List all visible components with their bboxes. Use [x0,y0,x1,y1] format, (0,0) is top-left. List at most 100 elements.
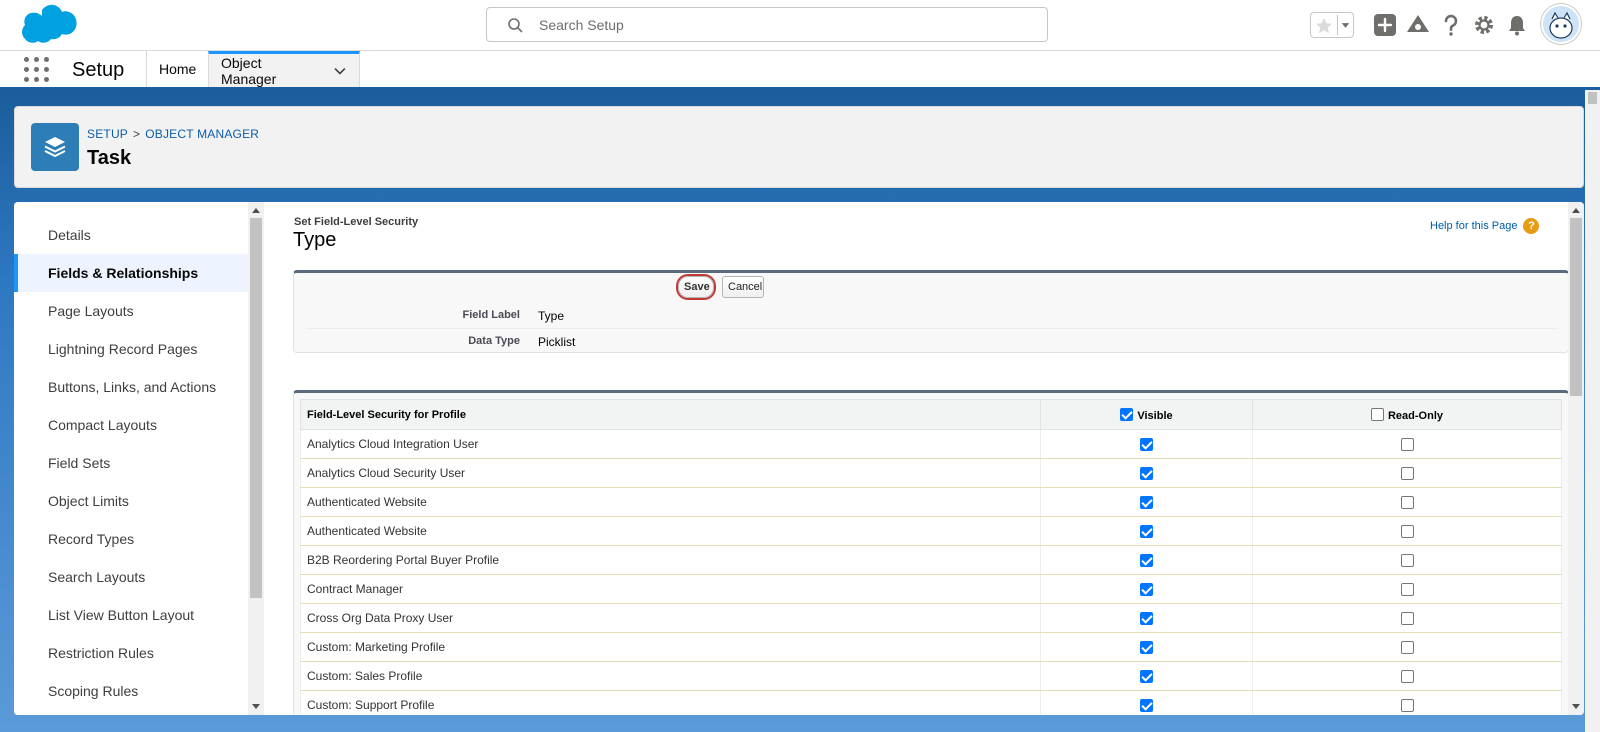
sidebar-item-scoping-rules[interactable]: Scoping Rules [14,672,248,710]
content-scroll-thumb[interactable] [1570,218,1582,396]
breadcrumb-object-manager[interactable]: OBJECT MANAGER [145,127,259,141]
visible-checkbox[interactable] [1140,670,1153,684]
trailhead-icon[interactable] [1406,13,1430,37]
chevron-down-icon[interactable] [333,64,347,78]
scroll-down-arrow-icon[interactable] [252,704,260,709]
sidebar-item-label: Record Types [48,531,135,547]
table-row: Authenticated Website [300,516,1562,546]
content-scrollbar[interactable] [1568,202,1584,715]
visible-checkbox[interactable] [1140,583,1153,597]
app-name: Setup [72,59,125,81]
readonly-checkbox[interactable] [1400,583,1414,597]
help-icon[interactable] [1439,13,1463,37]
visible-checkbox[interactable] [1140,525,1153,539]
readonly-cell [1252,661,1562,691]
detail-label: Data Type [468,335,520,347]
readonly-checkbox[interactable] [1400,699,1414,713]
readonly-checkbox[interactable] [1400,438,1414,452]
readonly-checkbox[interactable] [1400,525,1414,539]
visible-checkbox[interactable] [1140,699,1153,713]
scroll-up-arrow-icon[interactable] [252,208,260,213]
window-scrollbar[interactable] [1585,90,1600,732]
visible-cell [1040,516,1253,546]
table-row: Cross Org Data Proxy User [300,603,1562,633]
sidebar-item-field-sets[interactable]: Field Sets [14,444,248,482]
visible-select-all-checkbox[interactable] [1120,407,1134,421]
save-button[interactable]: Save [678,276,714,298]
readonly-checkbox[interactable] [1400,467,1414,481]
favorites-dropdown-icon[interactable] [1337,15,1353,35]
sidebar-item-label: Object Limits [48,493,129,509]
visible-header-label: Visible [1137,409,1173,422]
field-level-security-table: Field-Level Security for Profile Visible… [300,399,1562,715]
search-box[interactable] [486,7,1048,42]
profile-name: Authenticated Website [300,487,1041,517]
table-row: Custom: Support Profile [300,690,1562,715]
sidebar-item-details[interactable]: Details [14,216,248,254]
scroll-down-arrow-icon[interactable] [1572,704,1580,709]
visible-checkbox[interactable] [1140,612,1153,626]
sidebar-item-buttons-links-actions[interactable]: Buttons, Links, and Actions [14,368,248,406]
sidebar-item-compact-layouts[interactable]: Compact Layouts [14,406,248,444]
avatar[interactable] [1541,4,1581,44]
readonly-select-all-checkbox[interactable] [1370,407,1384,421]
add-icon[interactable] [1373,13,1397,37]
help-link-label[interactable]: Help for this Page [1430,220,1517,232]
field-title: Type [293,229,337,251]
tab-home[interactable]: Home [146,51,208,87]
bell-icon[interactable] [1505,13,1529,37]
readonly-column-header: Read-Only [1252,399,1562,430]
salesforce-logo[interactable] [16,4,80,48]
object-layers-icon [31,123,79,171]
sidebar-scrollbar[interactable] [248,202,264,715]
visible-checkbox[interactable] [1140,641,1153,655]
cancel-button[interactable]: Cancel [722,276,764,298]
search-input[interactable] [539,14,1019,36]
sidebar-item-label: Buttons, Links, and Actions [48,379,217,395]
readonly-cell [1252,545,1562,575]
readonly-checkbox[interactable] [1400,612,1414,626]
search-icon [508,18,523,33]
profile-name: Custom: Sales Profile [300,661,1041,691]
table-row: Contract Manager [300,574,1562,604]
visible-checkbox[interactable] [1140,496,1153,510]
sidebar-item-record-types[interactable]: Record Types [14,520,248,558]
sidebar-item-lightning-record-pages[interactable]: Lightning Record Pages [14,330,248,368]
sidebar-item-list-view-button-layout[interactable]: List View Button Layout [14,596,248,634]
sidebar-item-fields-relationships[interactable]: Fields & Relationships [14,254,248,292]
profile-column-header: Field-Level Security for Profile [300,399,1041,430]
favorites-button[interactable] [1310,12,1354,38]
sidebar-item-page-layouts[interactable]: Page Layouts [14,292,248,330]
table-row: Custom: Sales Profile [300,661,1562,691]
sidebar-item-restriction-rules[interactable]: Restriction Rules [14,634,248,672]
sidebar-item-search-layouts[interactable]: Search Layouts [14,558,248,596]
sidebar: Details Fields & Relationships Page Layo… [14,202,264,715]
sidebar-item-label: Page Layouts [48,303,134,319]
visible-checkbox[interactable] [1140,554,1153,568]
readonly-checkbox[interactable] [1400,641,1414,655]
help-link[interactable]: Help for this Page ? [1430,218,1540,234]
readonly-checkbox[interactable] [1400,496,1414,510]
sidebar-item-label: Search Layouts [48,569,146,585]
gear-icon[interactable] [1472,13,1496,37]
breadcrumb-setup[interactable]: SETUP [87,127,128,141]
app-launcher-icon[interactable] [24,57,50,83]
visible-cell [1040,458,1253,488]
help-question-icon[interactable]: ? [1523,218,1540,234]
field-detail-section: Save Cancel Field Label Type Data Type P… [293,270,1568,353]
global-header [0,0,1600,51]
readonly-cell [1252,690,1562,715]
tab-object-manager[interactable]: Object Manager [208,51,360,87]
visible-checkbox[interactable] [1140,438,1153,452]
readonly-cell [1252,487,1562,517]
sidebar-item-object-limits[interactable]: Object Limits [14,482,248,520]
readonly-checkbox[interactable] [1400,554,1414,568]
sidebar-scroll-thumb[interactable] [250,218,262,598]
favorites-star-icon[interactable] [1314,16,1334,36]
visible-column-header: Visible [1040,399,1253,430]
visible-checkbox[interactable] [1140,467,1153,481]
detail-row-field-label: Field Label Type [306,303,1558,328]
readonly-checkbox[interactable] [1400,670,1414,684]
scroll-up-arrow-icon[interactable] [1572,208,1580,213]
readonly-cell [1252,516,1562,546]
